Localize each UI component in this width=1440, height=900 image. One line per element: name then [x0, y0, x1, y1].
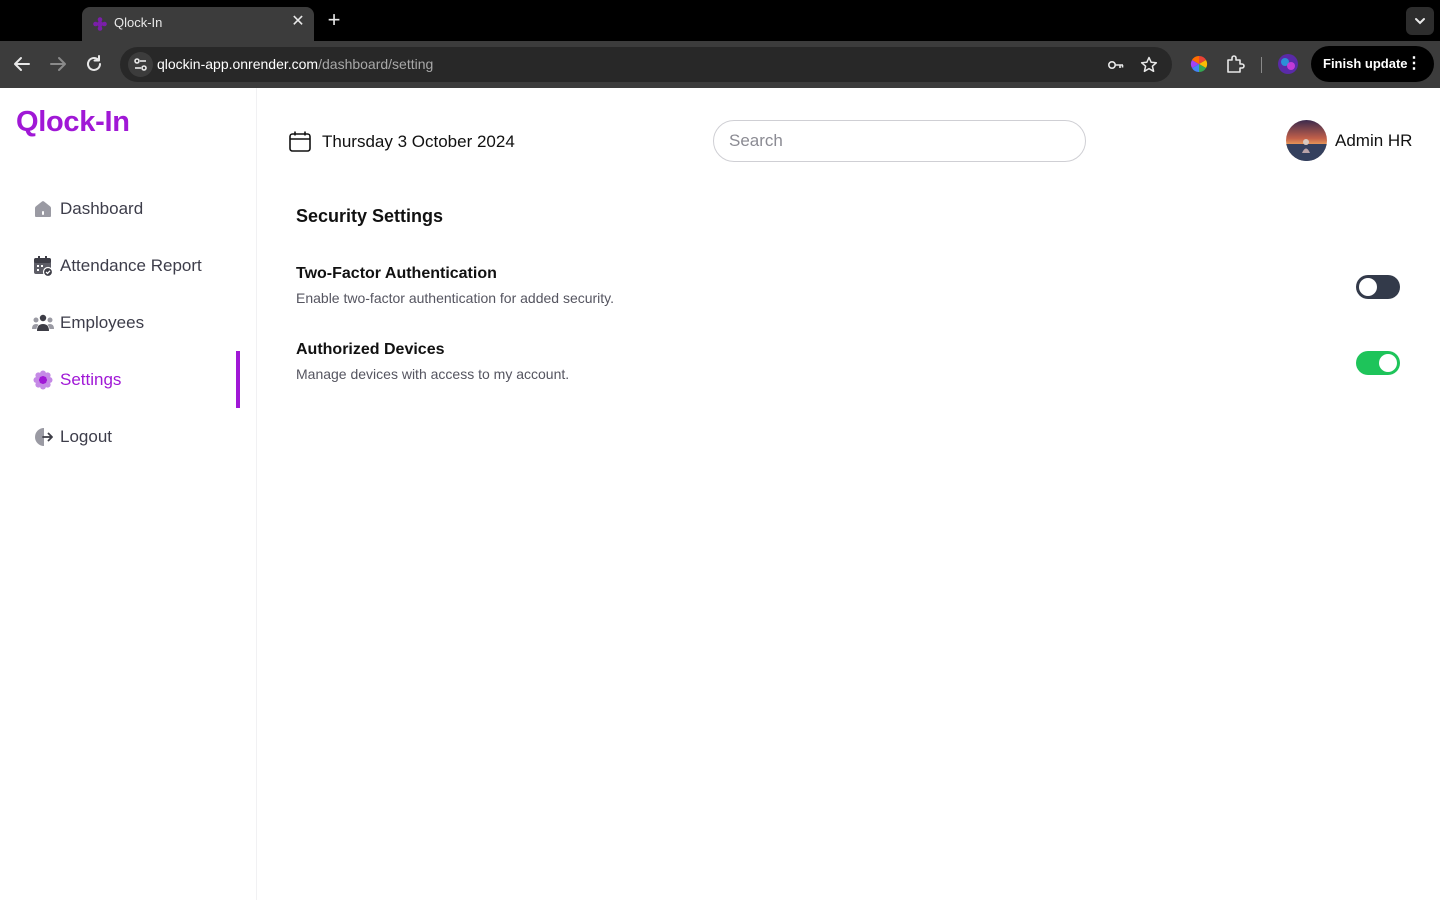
password-key-icon[interactable] — [1106, 55, 1126, 75]
url-path: /dashboard/setting — [318, 56, 434, 72]
sidebar-item-label: Attendance Report — [60, 256, 202, 275]
sidebar-item-dashboard[interactable]: Dashboard — [32, 189, 257, 229]
section-title: Security Settings — [296, 206, 444, 226]
chevron-down-icon — [1415, 18, 1425, 25]
toggle-knob — [1359, 278, 1377, 296]
setting-title: Authorized Devices — [296, 341, 445, 358]
bookmark-star-icon[interactable] — [1139, 55, 1159, 75]
toolbar-divider — [1261, 57, 1262, 73]
logout-icon — [32, 426, 54, 448]
app-logo[interactable]: Qlock-In — [16, 106, 130, 139]
setting-title: Two-Factor Authentication — [296, 265, 497, 282]
forward-icon[interactable] — [46, 52, 70, 76]
setting-two-factor-authentication: Two-Factor Authentication Enable two-fac… — [296, 265, 1406, 315]
url-text: qlockin-app.onrender.com/dashboard/setti… — [157, 56, 433, 72]
user-profile[interactable]: Admin HR — [1286, 120, 1412, 161]
sidebar-item-settings[interactable]: Settings — [32, 360, 257, 400]
more-menu-icon[interactable]: ⋮ — [1406, 46, 1422, 82]
browser-tab[interactable]: Qlock-In ✕ — [82, 7, 314, 41]
search-input[interactable] — [713, 120, 1086, 162]
active-indicator — [236, 351, 240, 408]
qlockin-favicon-icon — [93, 17, 107, 31]
app-root: Qlock-In Dashboard Attendance Report Emp… — [0, 88, 1440, 900]
reload-icon[interactable] — [82, 52, 106, 76]
sidebar-item-label: Dashboard — [60, 199, 144, 218]
finish-update-label: Finish update — [1323, 56, 1408, 71]
calendar-icon — [289, 131, 311, 152]
setting-authorized-devices: Authorized Devices Manage devices with a… — [296, 341, 1406, 391]
browser-toolbar: qlockin-app.onrender.com/dashboard/setti… — [0, 41, 1440, 88]
sidebar-item-logout[interactable]: Logout — [32, 417, 257, 457]
sidebar-item-employees[interactable]: Employees — [32, 303, 257, 343]
user-name: Admin HR — [1335, 130, 1413, 150]
sidebar-item-label: Settings — [60, 370, 122, 389]
avatar[interactable] — [1286, 120, 1327, 161]
browser-tab-bar: Qlock-In ✕ + — [0, 0, 1440, 41]
setting-description: Manage devices with access to my account… — [296, 366, 570, 382]
tab-search-button[interactable] — [1406, 7, 1434, 35]
finish-update-button[interactable]: Finish update ⋮ — [1311, 46, 1434, 82]
gear-icon — [32, 369, 54, 391]
sidebar-item-label: Logout — [60, 427, 112, 446]
tab-title: Qlock-In — [114, 15, 163, 30]
profile-avatar-icon[interactable] — [1277, 53, 1299, 75]
sidebar-item-attendance-report[interactable]: Attendance Report — [32, 246, 257, 286]
home-icon — [32, 198, 54, 220]
address-bar[interactable]: qlockin-app.onrender.com/dashboard/setti… — [120, 47, 1172, 82]
site-info-button[interactable] — [128, 52, 153, 77]
toggle-knob — [1379, 354, 1397, 372]
url-host: qlockin-app.onrender.com — [157, 56, 319, 72]
back-icon[interactable] — [10, 52, 34, 76]
calendar-check-icon — [32, 255, 54, 277]
sidebar-item-label: Employees — [60, 313, 145, 332]
authorized-devices-toggle[interactable] — [1356, 351, 1400, 375]
date-text: Thursday 3 October 2024 — [322, 132, 515, 151]
extensions-puzzle-icon[interactable] — [1224, 53, 1246, 75]
users-icon — [32, 312, 54, 334]
site-settings-icon — [134, 58, 147, 71]
close-tab-icon[interactable]: ✕ — [288, 12, 308, 32]
two-factor-toggle[interactable] — [1356, 275, 1400, 299]
current-date: Thursday 3 October 2024 — [288, 130, 515, 154]
new-tab-icon[interactable]: + — [322, 9, 346, 33]
setting-description: Enable two-factor authentication for add… — [296, 290, 615, 306]
sidebar: Qlock-In Dashboard Attendance Report Emp… — [0, 88, 257, 900]
color-extension-icon[interactable] — [1188, 53, 1210, 75]
